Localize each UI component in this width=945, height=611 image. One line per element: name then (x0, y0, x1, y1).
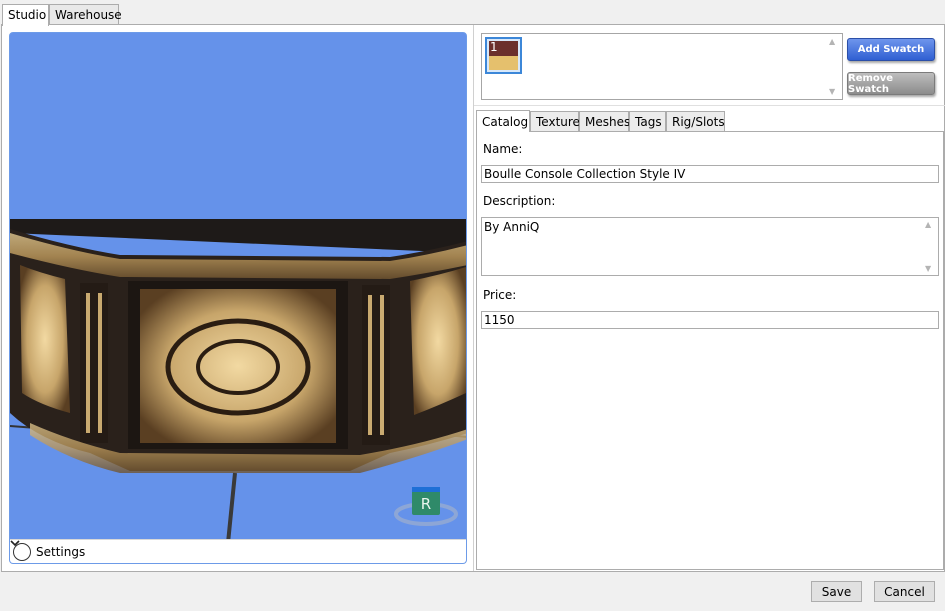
tab-studio[interactable]: Studio (2, 4, 49, 26)
swatch-scrollbar[interactable]: ▲ ▼ (826, 34, 842, 99)
right-column (362, 285, 390, 445)
studio-panel: R Settings 1 ▲ ▼ Add Swatch Remove Swatc… (1, 24, 945, 572)
swatch-color-primary: 1 (489, 40, 518, 56)
settings-expander[interactable]: Settings (10, 539, 466, 563)
scroll-down-icon[interactable]: ▼ (925, 264, 931, 273)
tab-meshes[interactable]: Meshes (579, 111, 630, 132)
name-field[interactable]: Boulle Console Collection Style IV (481, 165, 939, 183)
save-button[interactable]: Save (811, 581, 862, 602)
settings-label: Settings (36, 544, 86, 559)
chevron-down-icon[interactable] (10, 540, 31, 561)
add-swatch-button[interactable]: Add Swatch (847, 38, 935, 61)
price-label: Price: (483, 288, 517, 302)
swatch-list[interactable]: 1 ▲ ▼ (481, 33, 843, 100)
divider (474, 105, 945, 106)
description-text: By AnniQ (484, 220, 540, 234)
tab-texture[interactable]: Texture (530, 111, 580, 132)
tab-tags[interactable]: Tags (629, 111, 666, 132)
description-label: Description: (483, 194, 556, 208)
description-field[interactable]: By AnniQ ▲ ▼ (481, 217, 939, 276)
rotate-gizmo-cube (412, 487, 440, 492)
scroll-down-icon[interactable]: ▼ (829, 87, 835, 96)
price-field[interactable]: 1150 (481, 311, 939, 329)
cancel-button[interactable]: Cancel (874, 581, 935, 602)
catalog-tab-content: Name: Boulle Console Collection Style IV… (476, 131, 944, 570)
left-column (86, 293, 90, 433)
right-column (380, 295, 384, 435)
tab-catalog[interactable]: Catalog (476, 110, 530, 132)
right-column (368, 295, 372, 435)
3d-viewport[interactable]: R Settings (9, 32, 467, 564)
swatch-item[interactable]: 1 (485, 37, 522, 74)
grid-line (226, 472, 237, 544)
tab-warehouse[interactable]: Warehouse (49, 4, 122, 25)
tab-rig-slots[interactable]: Rig/Slots (666, 111, 725, 132)
remove-swatch-button[interactable]: Remove Swatch (847, 72, 935, 95)
left-column (98, 293, 102, 433)
left-door-panel (20, 265, 70, 413)
description-scrollbar[interactable]: ▲ ▼ (922, 218, 938, 275)
name-label: Name: (483, 142, 523, 156)
right-door-panel (410, 267, 466, 415)
furniture-preview: R (10, 219, 466, 544)
rotate-gizmo-letter: R (421, 495, 431, 513)
properties-panel: 1 ▲ ▼ Add Swatch Remove Swatch Catalog T… (473, 25, 945, 571)
scroll-up-icon[interactable]: ▲ (829, 37, 835, 46)
swatch-number: 1 (490, 40, 498, 54)
left-column (80, 283, 108, 443)
scroll-up-icon[interactable]: ▲ (925, 220, 931, 229)
swatch-color-secondary (489, 56, 518, 70)
